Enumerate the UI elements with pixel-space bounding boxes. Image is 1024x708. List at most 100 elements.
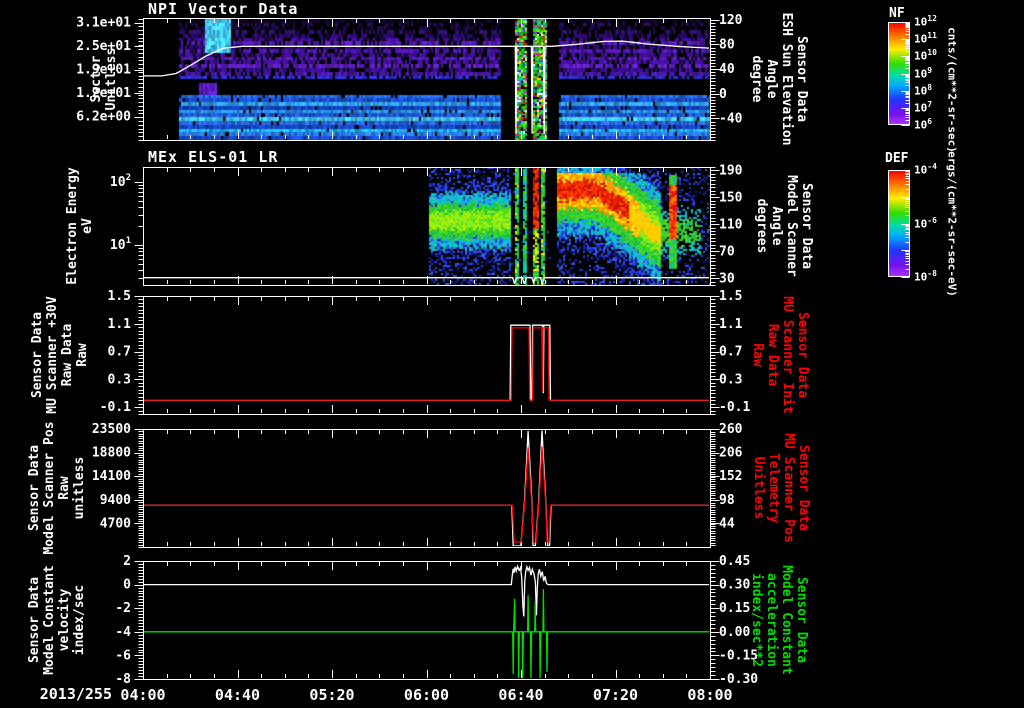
panel1-right-label: Sensor Data ESH Sun Elevation Angle degr… [749, 12, 809, 146]
svg-text:1.5: 1.5 [108, 289, 131, 304]
svg-text:70: 70 [719, 244, 735, 259]
panel4-axes [134, 429, 720, 548]
svg-text:07:20: 07:20 [593, 686, 638, 704]
panel3-axes [134, 296, 720, 415]
svg-text:0.7: 0.7 [108, 345, 131, 360]
panel4-tick-labels: 23500 18800 14100 9400 4700 260 206 152 98 44 [92, 422, 743, 531]
svg-text:152: 152 [719, 469, 742, 484]
svg-text:1.5: 1.5 [719, 289, 742, 304]
colorbar-tick-label: 10-6 [914, 215, 937, 231]
svg-text:1.1: 1.1 [719, 317, 743, 332]
colorbar-tick-label: 109 [914, 65, 933, 81]
svg-text:0.15: 0.15 [719, 601, 750, 616]
svg-text:80: 80 [719, 37, 735, 52]
svg-text:1.1: 1.1 [108, 317, 132, 332]
series-mu-scanner-30v-white [144, 324, 709, 401]
svg-text:260: 260 [719, 422, 743, 437]
panel2-tick-labels: 102 101 190 150 110 70 30 [110, 163, 743, 286]
colorbar-def-title: DEF [885, 151, 909, 166]
svg-text:04:00: 04:00 [120, 686, 165, 704]
svg-text:0.45: 0.45 [719, 554, 750, 569]
svg-text:102: 102 [110, 173, 131, 190]
panel1-title: NPI Vector Data [148, 0, 299, 18]
colorbar-tick-label: 108 [914, 82, 933, 98]
series-els-baseline [144, 277, 709, 284]
plot-stage: 3.1e+01 2.5e+01 1.9e+01 1.2e+01 6.2e+00 120 80… [0, 0, 1024, 708]
panel5-tick-labels: 20-2-4-6-80.450.300.150.00-0.15-0.30 [115, 554, 758, 687]
svg-text:150: 150 [719, 190, 743, 205]
svg-text:190: 190 [719, 163, 743, 178]
panel5-y-label: Sensor Data Model Constant velocity inde… [27, 565, 87, 675]
svg-text:110: 110 [719, 217, 743, 232]
svg-text:40: 40 [719, 62, 735, 77]
svg-text:-0.1: -0.1 [719, 400, 750, 415]
panel3-right-label: Sensor Data MU Scanner Init Raw Data Raw [750, 296, 810, 414]
x-axis-labels: 04:00 04:40 05:20 06:00 06:40 07:20 08:00 [120, 686, 732, 704]
panel2-series [144, 277, 709, 284]
panel5-axes [134, 561, 720, 680]
colorbar-def-units: ergs/(cm**2-sr-sec-eV) [945, 151, 959, 297]
colorbar-tick-label: 107 [914, 99, 933, 115]
svg-text:3.1e+01: 3.1e+01 [76, 16, 131, 31]
panel4-right-label: Sensor Data MU Scanner Pos Telemetry Uni… [751, 433, 811, 543]
svg-text:9400: 9400 [100, 493, 131, 508]
panel4-y-label: Sensor Data Model Scanner Pos Raw unitle… [27, 421, 87, 555]
colorbar-ticks [901, 22, 910, 126]
svg-text:44: 44 [719, 516, 735, 531]
svg-text:-4: -4 [115, 625, 131, 640]
panel4-series [144, 430, 709, 546]
svg-text:05:20: 05:20 [309, 686, 354, 704]
colorbar-tick-label: 1012 [914, 13, 937, 29]
panel5-series [144, 564, 709, 678]
panel2-axes [134, 167, 720, 286]
colorbar-tick-label: 10-8 [914, 268, 937, 284]
svg-text:30: 30 [719, 271, 735, 286]
series-esh-sun-elevation-angle [144, 40, 709, 134]
panel3-y-label: Sensor Data MU Scanner +30V Raw Data Raw [30, 296, 90, 414]
panel3-tick-labels: 1.5 1.1 0.7 0.3 -0.1 1.5 1.1 0.7 0.3 -0.1 [100, 289, 751, 415]
series-scanner-pos-white [144, 430, 709, 546]
colorbar-nf-title: NF [889, 6, 905, 21]
colorbar-ticks [901, 170, 910, 278]
svg-text:0.3: 0.3 [108, 372, 131, 387]
svg-text:06:40: 06:40 [498, 686, 543, 704]
plot-overlay: 3.1e+012.5e+011.9e+011.2e+016.2e+0012080… [76, 13, 910, 704]
svg-text:-40: -40 [719, 111, 743, 126]
colorbar-nf-units: cnts/(cm**2-sr-sec) [945, 27, 959, 153]
svg-text:6.2e+00: 6.2e+00 [76, 110, 131, 125]
series-model-velocity-white [144, 564, 709, 617]
svg-text:04:40: 04:40 [215, 686, 260, 704]
svg-text:0.30: 0.30 [719, 578, 750, 593]
svg-text:06:00: 06:00 [404, 686, 449, 704]
svg-text:0: 0 [123, 578, 131, 593]
svg-text:-0.1: -0.1 [100, 400, 131, 415]
series-mu-scanner-30v-raw [144, 327, 709, 401]
svg-text:206: 206 [719, 446, 743, 461]
svg-text:0.3: 0.3 [719, 372, 742, 387]
panel1-y-label: Sector Unitless [89, 47, 119, 111]
svg-text:4700: 4700 [100, 516, 131, 531]
panel3-series [144, 324, 709, 401]
colorbar-tick-label: 1010 [914, 48, 937, 63]
svg-text:120: 120 [719, 13, 743, 28]
colorbar-tick-label: 10-4 [914, 161, 937, 177]
svg-text:0.00: 0.00 [719, 625, 750, 640]
panel2-right-label: Sensor Data Model Scanner Angle degrees [754, 175, 814, 277]
svg-text:2: 2 [123, 554, 131, 569]
panel2-title: MEx ELS-01 LR [148, 148, 279, 166]
colorbar-tick-label: 1011 [914, 31, 937, 46]
svg-text:98: 98 [719, 493, 735, 508]
series-model-acceleration-green [144, 589, 709, 678]
colorbar-tick-label: 106 [914, 116, 933, 132]
svg-text:14100: 14100 [92, 469, 131, 484]
svg-text:-8: -8 [115, 672, 131, 687]
panel1-tick-labels: 3.1e+012.5e+011.9e+011.2e+016.2e+0012080… [76, 13, 742, 127]
panel1-series [144, 40, 709, 134]
series-scanner-pos-raw [144, 446, 709, 543]
panel2-y-label: Electron Energy eV [65, 167, 95, 285]
x-axis-date-label: 2013/255 [39, 685, 112, 703]
svg-text:23500: 23500 [92, 422, 131, 437]
svg-text:-6: -6 [115, 648, 131, 663]
svg-text:-2: -2 [115, 601, 131, 616]
svg-text:0: 0 [719, 87, 727, 102]
